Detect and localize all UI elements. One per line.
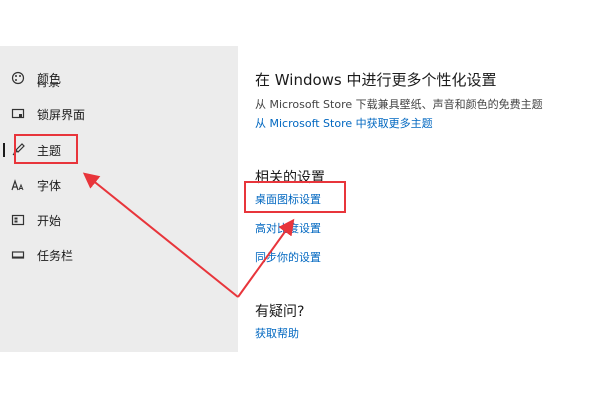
get-help-link[interactable]: 获取帮助 — [255, 325, 299, 341]
lock-screen-icon — [10, 106, 26, 122]
sidebar-item-label: 开始 — [37, 213, 62, 228]
sidebar-item-label: 颜色 — [37, 71, 62, 86]
personalize-heading: 在 Windows 中进行更多个性化设置 — [255, 71, 497, 89]
personalize-description: 从 Microsoft Store 下载兼具壁纸、声音和颜色的免费主题 — [255, 98, 543, 111]
sidebar-item-fonts[interactable]: 字体 — [0, 170, 238, 200]
sidebar-item-start[interactable]: 开始 — [0, 205, 238, 235]
taskbar-icon — [10, 247, 26, 263]
font-icon — [10, 177, 26, 193]
palette-icon — [10, 70, 26, 86]
annotation-highlight-themes — [14, 134, 78, 164]
sync-settings-link[interactable]: 同步你的设置 — [255, 249, 321, 265]
sidebar-item-lock-screen[interactable]: 锁屏界面 — [0, 99, 238, 129]
annotation-highlight-desktop-icons — [244, 181, 346, 213]
store-themes-link[interactable]: 从 Microsoft Store 中获取更多主题 — [255, 115, 433, 131]
sidebar-item-taskbar[interactable]: 任务栏 — [0, 240, 238, 270]
start-icon — [10, 212, 26, 228]
sidebar-item-colors[interactable]: 颜色 — [0, 63, 238, 93]
settings-sidebar: 背景 颜色 锁屏界面 主题 字体 开始 任务栏 — [0, 46, 238, 352]
high-contrast-settings-link[interactable]: 高对比度设置 — [255, 220, 321, 236]
sidebar-item-label: 锁屏界面 — [37, 107, 86, 122]
selection-indicator — [3, 143, 5, 157]
sidebar-item-label: 任务栏 — [37, 248, 74, 263]
sidebar-item-label: 字体 — [37, 178, 62, 193]
question-heading: 有疑问? — [255, 304, 305, 320]
